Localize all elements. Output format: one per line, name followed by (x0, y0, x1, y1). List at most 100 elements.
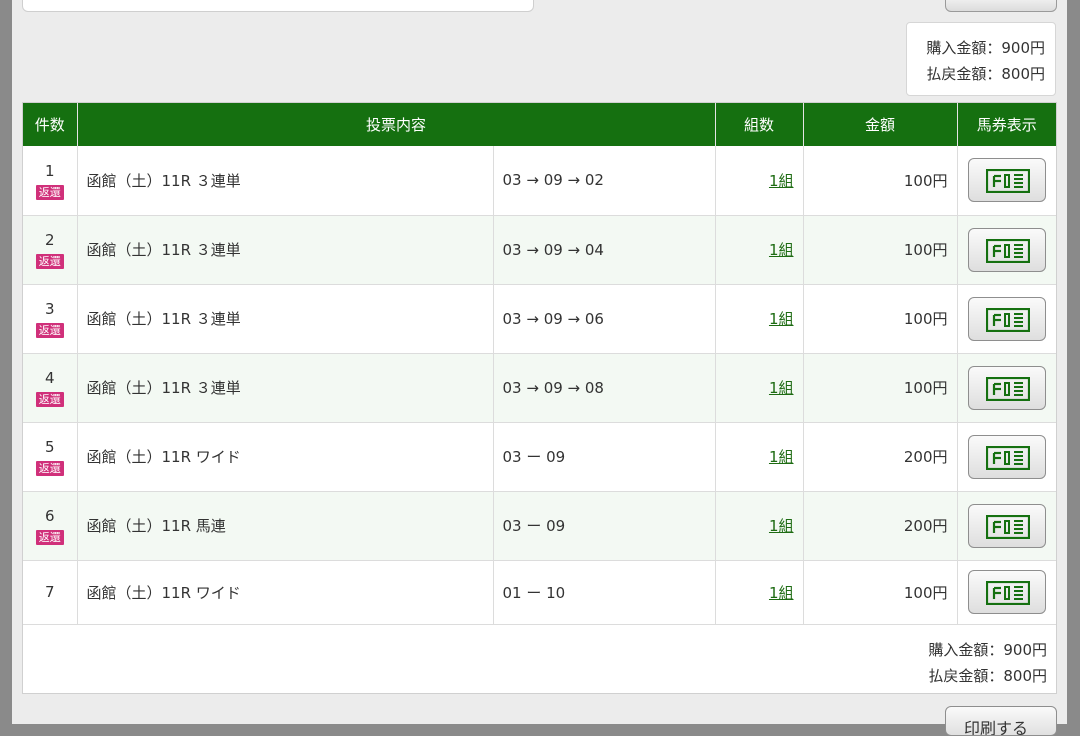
ticket-view-button[interactable] (967, 365, 1046, 410)
row-number: 1 (44, 161, 55, 180)
purchase-label: 購入金額： (926, 39, 1002, 57)
race-cell: 函館（土）11R 馬連 (77, 491, 494, 561)
ticket-view-button[interactable] (967, 570, 1046, 614)
race-cell: 函館（土）11R ３連単 (77, 353, 494, 423)
selection-cell: 01 ー 10 (493, 560, 716, 625)
combos-cell: 1組 (715, 353, 804, 423)
race-cell: 函館（土）11R ３連単 (77, 215, 494, 285)
row-number-cell: 3 返還 (23, 284, 78, 354)
race-cell: 函館（土）11R ワイド (77, 560, 494, 625)
combos-link[interactable]: 1組 (769, 379, 794, 397)
ticket-cell (957, 284, 1057, 354)
ticket-view-button[interactable] (967, 434, 1046, 479)
combos-link[interactable]: 1組 (769, 517, 794, 535)
table-row: 1 返還 函館（土）11R ３連単 03 → 09 → 02 1組 100円 (23, 146, 1057, 216)
row-number-cell: 4 返還 (23, 353, 78, 423)
row-number: 4 (44, 369, 55, 387)
combos-cell: 1組 (715, 284, 804, 354)
purchase-total-bottom: 購入金額：900円 (23, 637, 1047, 663)
ticket-view-button[interactable] (967, 158, 1046, 203)
header-count: 件数 (23, 103, 78, 146)
combos-link[interactable]: 1組 (769, 448, 794, 466)
purchase-amount: 900円 (1003, 640, 1047, 659)
table-row: 2 返還 函館（土）11R ３連単 03 → 09 → 04 1組 100円 (23, 215, 1057, 285)
bet-table: 件数 投票内容 組数 金額 馬券表示 1 返還 函館（土）11R ３連単 03 → 0… (23, 103, 1057, 625)
amount-cell: 100円 (803, 353, 958, 423)
table-row: 6 返還 函館（土）11R 馬連 03 ー 09 1組 200円 (23, 491, 1057, 561)
refund-amount: 800円 (1001, 65, 1045, 83)
refund-label: 払戻金額： (926, 65, 1002, 83)
top-button[interactable] (945, 0, 1057, 12)
refund-badge: 返還 (35, 530, 64, 545)
summary-box-bottom: 購入金額：900円 払戻金額：800円 (23, 625, 1056, 693)
selection-cell: 03 → 09 → 08 (493, 353, 716, 423)
row-number: 6 (44, 507, 55, 525)
selection-cell: 03 ー 09 (493, 422, 716, 492)
combos-cell: 1組 (715, 215, 804, 285)
refund-badge: 返還 (35, 184, 64, 200)
combos-cell: 1組 (715, 560, 804, 625)
ticket-icon (985, 307, 1030, 332)
ticket-icon (985, 238, 1030, 263)
purchase-amount: 900円 (1001, 39, 1045, 57)
row-number-cell: 6 返還 (23, 491, 78, 561)
refund-badge: 返還 (35, 323, 64, 338)
combos-link[interactable]: 1組 (769, 172, 794, 190)
bet-table-container: 件数 投票内容 組数 金額 馬券表示 1 返還 函館（土）11R ３連単 03 → 0… (22, 102, 1057, 694)
race-cell: 函館（土）11R ３連単 (77, 146, 494, 216)
header-content: 投票内容 (77, 103, 716, 146)
amount-cell: 200円 (803, 491, 958, 561)
refund-badge: 返還 (35, 461, 64, 476)
purchase-total: 購入金額：900円 (917, 35, 1045, 61)
race-cell: 函館（土）11R ワイド (77, 422, 494, 492)
ticket-icon (985, 514, 1030, 539)
table-row: 3 返還 函館（土）11R ３連単 03 → 09 → 06 1組 100円 (23, 284, 1057, 354)
combos-link[interactable]: 1組 (769, 241, 794, 259)
refund-total-bottom: 払戻金額：800円 (23, 663, 1047, 689)
row-number: 7 (44, 583, 55, 601)
refund-badge: 返還 (35, 392, 64, 407)
ticket-cell (957, 560, 1057, 625)
combos-cell: 1組 (715, 422, 804, 492)
ticket-cell (957, 215, 1057, 285)
selection-cell: 03 → 09 → 04 (493, 215, 716, 285)
ticket-cell (957, 422, 1057, 492)
refund-amount: 800円 (1003, 666, 1047, 685)
ticket-icon (985, 581, 1030, 605)
ticket-cell (957, 146, 1057, 216)
refund-badge: 返還 (35, 254, 64, 269)
amount-cell: 200円 (803, 422, 958, 492)
ticket-icon (985, 445, 1030, 470)
top-input-field[interactable] (22, 0, 534, 12)
amount-cell: 100円 (803, 146, 958, 216)
row-number: 5 (44, 438, 55, 456)
ticket-view-button[interactable] (967, 296, 1046, 341)
table-row: 4 返還 函館（土）11R ３連単 03 → 09 → 08 1組 100円 (23, 353, 1057, 423)
combos-cell: 1組 (715, 146, 804, 216)
row-number: 2 (44, 231, 55, 249)
ticket-icon (985, 169, 1030, 194)
row-number-cell: 7 (23, 560, 78, 625)
combos-link[interactable]: 1組 (769, 310, 794, 328)
main-panel: 購入金額：900円 払戻金額：800円 件数 投票内容 組数 金額 馬券表示 1… (12, 0, 1067, 736)
refund-label: 払戻金額： (928, 666, 1004, 685)
table-row: 7 函館（土）11R ワイド 01 ー 10 1組 100円 (23, 560, 1057, 625)
ticket-view-button[interactable] (967, 227, 1046, 272)
header-amount: 金額 (803, 103, 958, 146)
refund-total: 払戻金額：800円 (917, 61, 1045, 87)
table-row: 5 返還 函館（土）11R ワイド 03 ー 09 1組 200円 (23, 422, 1057, 492)
selection-cell: 03 ー 09 (493, 491, 716, 561)
table-header-row: 件数 投票内容 組数 金額 馬券表示 (23, 103, 1057, 146)
combos-link[interactable]: 1組 (769, 584, 794, 602)
print-button[interactable]: 印刷する (945, 706, 1057, 736)
ticket-view-button[interactable] (967, 503, 1046, 548)
selection-cell: 03 → 09 → 06 (493, 284, 716, 354)
race-cell: 函館（土）11R ３連単 (77, 284, 494, 354)
summary-box-top: 購入金額：900円 払戻金額：800円 (906, 22, 1056, 96)
selection-cell: 03 → 09 → 02 (493, 146, 716, 216)
row-number-cell: 5 返還 (23, 422, 78, 492)
header-combos: 組数 (715, 103, 804, 146)
header-ticket: 馬券表示 (957, 103, 1057, 146)
amount-cell: 100円 (803, 284, 958, 354)
combos-cell: 1組 (715, 491, 804, 561)
